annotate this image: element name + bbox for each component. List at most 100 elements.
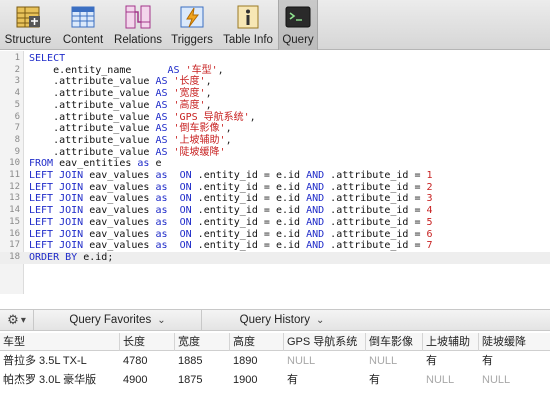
query-favorites-button[interactable]: Query Favorites ⌄ xyxy=(34,310,202,330)
code-text: LEFT JOIN eav_values as ON .entity_id = … xyxy=(29,193,433,205)
column-header[interactable]: 高度 xyxy=(230,333,284,351)
code-text: LEFT JOIN eav_values as ON .entity_id = … xyxy=(29,240,433,252)
gear-menu-button[interactable]: ⚙ ▾ xyxy=(0,310,34,330)
column-header[interactable]: 上坡辅助 xyxy=(423,333,479,351)
column-header[interactable]: 陡坡缓降 xyxy=(479,333,550,351)
column-header[interactable]: GPS 导航系统 xyxy=(284,333,366,351)
code-line[interactable]: 16 LEFT JOIN eav_values as ON .entity_id … xyxy=(0,229,550,241)
code-line[interactable]: 9 .attribute_value AS '陡坡缓降' xyxy=(0,147,550,159)
code-text: FROM eav_entities as e xyxy=(29,158,162,170)
code-line[interactable]: 2 e.entity_name AS '车型', xyxy=(0,65,550,77)
line-number: 17 xyxy=(9,240,20,251)
chevron-down-icon: ⌄ xyxy=(157,315,166,326)
toolbar-button-table-info[interactable]: Table Info xyxy=(218,0,278,50)
code-text: ORDER BY e.id; xyxy=(29,251,114,263)
table-row[interactable]: 帕杰罗 3.0L 豪华版 4900 1875 1900 有 有 NULL NUL… xyxy=(0,371,550,390)
toolbar-button-relations[interactable]: Relations xyxy=(110,0,166,50)
table-cell[interactable]: 普拉多 3.5L TX-L xyxy=(0,352,120,371)
table-cell[interactable]: 有 xyxy=(284,371,366,390)
code-line[interactable]: 14 LEFT JOIN eav_values as ON .entity_id … xyxy=(0,205,550,217)
line-number: 5 xyxy=(14,99,20,110)
line-number: 11 xyxy=(9,170,20,180)
results-table: 车型 长度 宽度 高度 GPS 导航系统 倒车影像 上坡辅助 陡坡缓降 普拉多 … xyxy=(0,333,550,400)
line-number: 12 xyxy=(9,181,20,192)
column-header[interactable]: 宽度 xyxy=(175,333,230,351)
code-text: .attribute_value AS '上坡辅助', xyxy=(29,134,232,146)
line-number: 3 xyxy=(14,76,20,87)
code-line[interactable]: 4 .attribute_value AS '宽度', xyxy=(0,88,550,100)
table-cell[interactable]: NULL xyxy=(479,371,550,390)
structure-icon xyxy=(14,3,42,31)
code-text: .attribute_value AS '陡坡缓降' xyxy=(29,146,226,158)
code-line[interactable]: 18 ORDER BY e.id; xyxy=(0,251,550,264)
table-cell[interactable]: 帕杰罗 3.0L 豪华版 xyxy=(0,371,120,390)
line-number: 9 xyxy=(14,146,20,157)
toolbar-button-triggers[interactable]: Triggers xyxy=(166,0,218,50)
code-line[interactable]: 7 .attribute_value AS '倒车影像', xyxy=(0,123,550,135)
line-number: 2 xyxy=(14,64,20,75)
table-cell[interactable]: 4900 xyxy=(120,371,175,390)
code-line[interactable]: 8 .attribute_value AS '上坡辅助', xyxy=(0,135,550,147)
table-cell[interactable]: 1890 xyxy=(230,352,284,371)
column-header[interactable]: 车型 xyxy=(0,333,120,351)
triggers-icon xyxy=(178,3,206,31)
line-number: 6 xyxy=(14,111,20,122)
query-favorites-label: Query Favorites xyxy=(69,314,152,326)
code-text: LEFT JOIN eav_values as ON .entity_id = … xyxy=(29,228,433,240)
chevron-down-icon: ⌄ xyxy=(315,315,325,326)
table-cell[interactable]: NULL xyxy=(366,352,423,371)
terminal-icon xyxy=(284,3,312,31)
toolbar-button-structure[interactable]: Structure xyxy=(0,0,56,50)
code-line[interactable]: 13 LEFT JOIN eav_values as ON .entity_id … xyxy=(0,193,550,205)
code-line[interactable]: 12 LEFT JOIN eav_values as ON .entity_id … xyxy=(0,182,550,194)
line-number: 1 xyxy=(14,53,20,63)
line-number: 15 xyxy=(9,216,20,227)
column-header[interactable]: 长度 xyxy=(120,333,175,351)
table-cell[interactable]: 1900 xyxy=(230,371,284,390)
table-cell[interactable]: NULL xyxy=(284,352,366,371)
code-line[interactable]: 15 LEFT JOIN eav_values as ON .entity_id … xyxy=(0,217,550,229)
code-text: LEFT JOIN eav_values as ON .entity_id = … xyxy=(29,170,433,181)
table-cell[interactable]: 1875 xyxy=(175,371,230,390)
toolbar-button-content[interactable]: Content xyxy=(56,0,110,50)
toolbar-label: Relations xyxy=(114,34,162,46)
code-line[interactable]: 6 .attribute_value AS 'GPS 导航系统', xyxy=(0,112,550,124)
code-text: e.entity_name AS '车型', xyxy=(53,64,224,76)
table-info-icon xyxy=(234,3,262,31)
line-number: 8 xyxy=(14,134,20,145)
content-icon xyxy=(69,3,97,31)
code-line[interactable]: 10 FROM eav_entities as e xyxy=(0,158,550,170)
code-text: .attribute_value AS 'GPS 导航系统', xyxy=(29,111,256,123)
code-line[interactable]: 11 LEFT JOIN eav_values as ON .entity_id … xyxy=(0,170,550,182)
code-line[interactable]: 17 LEFT JOIN eav_values as ON .entity_id … xyxy=(0,240,550,252)
query-history-label: Query History xyxy=(239,314,310,326)
line-number: 18 xyxy=(9,251,20,262)
table-cell[interactable]: 有 xyxy=(423,352,479,371)
query-history-button[interactable]: Query History ⌄ xyxy=(202,310,362,330)
query-bar: ⚙ ▾ Query Favorites ⌄ Query History ⌄ xyxy=(0,309,550,331)
toolbar-label: Structure xyxy=(4,34,52,46)
table-cell[interactable]: 4780 xyxy=(120,352,175,371)
gear-icon: ⚙ xyxy=(7,312,19,327)
column-header[interactable]: 倒车影像 xyxy=(366,333,423,351)
line-number: 14 xyxy=(9,205,20,216)
code-text: LEFT JOIN eav_values as ON .entity_id = … xyxy=(29,181,433,193)
table-cell[interactable]: NULL xyxy=(423,371,479,390)
code-text: .attribute_value AS '高度', xyxy=(29,99,212,111)
toolbar-label: Content xyxy=(62,34,104,46)
code-text: SELECT xyxy=(29,53,66,64)
code-line[interactable]: 5 .attribute_value AS '高度', xyxy=(0,100,550,112)
line-number: 4 xyxy=(14,88,20,99)
line-number: 13 xyxy=(9,193,20,204)
toolbar-button-query[interactable]: Query xyxy=(278,0,318,50)
table-cell[interactable]: 有 xyxy=(479,352,550,371)
table-row[interactable]: 普拉多 3.5L TX-L 4780 1885 1890 NULL NULL 有… xyxy=(0,352,550,371)
code-line[interactable]: 1 SELECT xyxy=(0,53,550,65)
table-cell[interactable]: 1885 xyxy=(175,352,230,371)
sql-editor[interactable]: 1 SELECT 2 e.entity_name AS '车型', 3 .attrib… xyxy=(0,51,550,294)
code-text: .attribute_value AS '宽度', xyxy=(29,88,212,100)
table-header: 车型 长度 宽度 高度 GPS 导航系统 倒车影像 上坡辅助 陡坡缓降 xyxy=(0,333,550,351)
code-line[interactable]: 3 .attribute_value AS '长度', xyxy=(0,76,550,88)
table-cell[interactable]: 有 xyxy=(366,371,423,390)
toolbar: Structure Content Relations Triggers Tab… xyxy=(0,0,550,50)
